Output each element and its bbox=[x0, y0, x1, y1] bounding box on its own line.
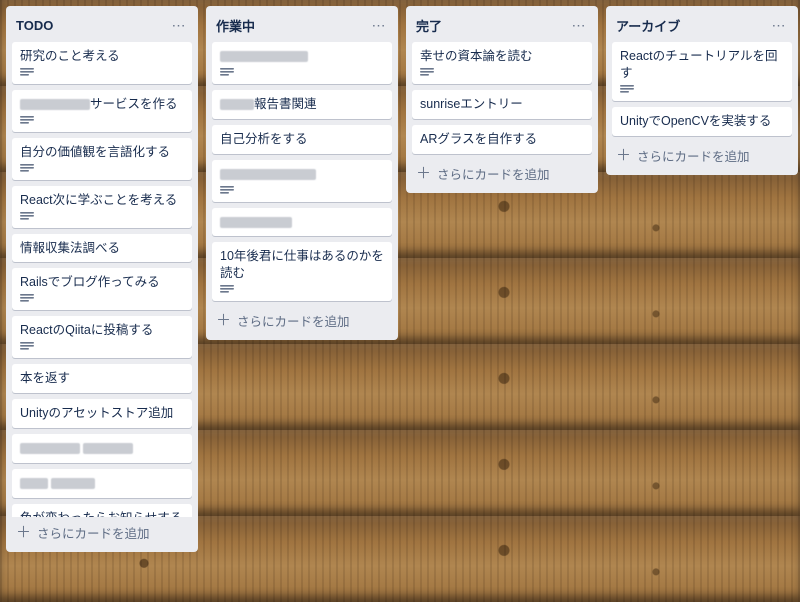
card-title: ReactのQiitaに投稿する bbox=[20, 322, 184, 339]
list-menu-button[interactable]: ⋯ bbox=[368, 14, 390, 36]
description-icon bbox=[20, 294, 34, 304]
list: TODO ⋯ 研究のこと考えるサービスを作る自分の価値観を言語化する React次に学… bbox=[6, 6, 198, 552]
card[interactable]: ReactのQiitaに投稿する bbox=[12, 316, 192, 358]
description-icon bbox=[420, 68, 434, 78]
card-title: 幸せの資本論を読む bbox=[420, 48, 584, 65]
add-card-label: さらにカードを追加 bbox=[637, 146, 750, 165]
card-title: React次に学ぶことを考える bbox=[20, 192, 184, 209]
add-card-button[interactable]: ＋ さらにカードを追加 bbox=[206, 305, 398, 338]
card[interactable]: 幸せの資本論を読む bbox=[412, 42, 592, 84]
redacted-text bbox=[220, 99, 254, 110]
list-title[interactable]: 完了 bbox=[416, 16, 442, 35]
add-card-button[interactable]: ＋ さらにカードを追加 bbox=[606, 140, 798, 173]
card-title: ARグラスを自作する bbox=[420, 131, 584, 148]
plus-icon: ＋ bbox=[16, 525, 31, 540]
card[interactable]: 自己分析をする bbox=[212, 125, 392, 154]
card[interactable]: Unityのアセットストア追加 bbox=[12, 399, 192, 428]
card-title: サービスを作る bbox=[20, 96, 184, 113]
card[interactable]: 色が変わったらお知らせするbot作る bbox=[12, 504, 192, 517]
card-title: 色が変わったらお知らせするbot作る bbox=[20, 510, 184, 517]
redacted-text bbox=[83, 443, 133, 454]
list: アーカイブ ⋯ Reactのチュートリアルを回す UnityでOpenCVを実装する ＋… bbox=[606, 6, 798, 175]
description-icon bbox=[220, 285, 234, 295]
description-icon bbox=[220, 68, 234, 78]
card[interactable] bbox=[212, 208, 392, 237]
card[interactable]: Railsでブログ作ってみる bbox=[12, 268, 192, 310]
card-list: 報告書関連自己分析をする 10年後君に仕事はあるのかを読む bbox=[206, 40, 398, 305]
description-icon bbox=[20, 342, 34, 352]
card-title: 報告書関連 bbox=[220, 96, 384, 113]
card-title: 自己分析をする bbox=[220, 131, 384, 148]
card[interactable]: 本を返す bbox=[12, 364, 192, 393]
add-card-label: さらにカードを追加 bbox=[437, 164, 550, 183]
card-title: Railsでブログ作ってみる bbox=[20, 274, 184, 291]
redacted-text bbox=[220, 169, 316, 180]
list-header: 作業中 ⋯ bbox=[206, 6, 398, 40]
card-title: 10年後君に仕事はあるのかを読む bbox=[220, 248, 384, 282]
plus-icon: ＋ bbox=[616, 148, 631, 163]
card-title bbox=[220, 166, 384, 183]
card-title bbox=[20, 475, 184, 492]
description-icon bbox=[20, 212, 34, 222]
card[interactable]: サービスを作る bbox=[12, 90, 192, 132]
redacted-text bbox=[51, 478, 95, 489]
description-icon bbox=[20, 116, 34, 126]
redacted-text bbox=[220, 217, 292, 228]
list-menu-button[interactable]: ⋯ bbox=[768, 14, 790, 36]
board: TODO ⋯ 研究のこと考えるサービスを作る自分の価値観を言語化する React次に学… bbox=[0, 0, 800, 558]
card-title bbox=[220, 48, 384, 65]
card-list: Reactのチュートリアルを回す UnityでOpenCVを実装する bbox=[606, 40, 798, 140]
card-list: 研究のこと考えるサービスを作る自分の価値観を言語化する React次に学ぶことを考… bbox=[6, 40, 198, 517]
card-list: 幸せの資本論を読む sunriseエントリー ARグラスを自作する bbox=[406, 40, 598, 158]
card[interactable] bbox=[212, 160, 392, 202]
plus-icon: ＋ bbox=[216, 313, 231, 328]
card-title: 情報収集法調べる bbox=[20, 240, 184, 257]
card-title bbox=[20, 440, 184, 457]
list-title[interactable]: アーカイブ bbox=[616, 16, 680, 35]
list: 完了 ⋯ 幸せの資本論を読む sunriseエントリー ARグラスを自作する ＋ さらにカー… bbox=[406, 6, 598, 193]
card-title: 本を返す bbox=[20, 370, 184, 387]
card[interactable]: 情報収集法調べる bbox=[12, 234, 192, 263]
card[interactable]: 報告書関連 bbox=[212, 90, 392, 119]
card[interactable]: ARグラスを自作する bbox=[412, 125, 592, 154]
card-title: UnityでOpenCVを実装する bbox=[620, 113, 784, 130]
list-header: TODO ⋯ bbox=[6, 6, 198, 40]
add-card-button[interactable]: ＋ さらにカードを追加 bbox=[406, 158, 598, 191]
redacted-text bbox=[20, 478, 48, 489]
card[interactable]: sunriseエントリー bbox=[412, 90, 592, 119]
list-header: アーカイブ ⋯ bbox=[606, 6, 798, 40]
add-card-button[interactable]: ＋ さらにカードを追加 bbox=[6, 517, 198, 550]
list-title[interactable]: TODO bbox=[16, 18, 53, 33]
list-title[interactable]: 作業中 bbox=[216, 16, 255, 35]
list: 作業中 ⋯ 報告書関連自己分析をする 10年後君に仕事はあるのかを読む ＋ さらにカードを… bbox=[206, 6, 398, 340]
card[interactable]: 自分の価値観を言語化する bbox=[12, 138, 192, 180]
description-icon bbox=[620, 85, 634, 95]
redacted-text bbox=[20, 443, 80, 454]
card-title: 自分の価値観を言語化する bbox=[20, 144, 184, 161]
card-title bbox=[220, 214, 384, 231]
card-title: Reactのチュートリアルを回す bbox=[620, 48, 784, 82]
add-card-label: さらにカードを追加 bbox=[237, 311, 350, 330]
card[interactable]: Reactのチュートリアルを回す bbox=[612, 42, 792, 101]
redacted-text bbox=[220, 51, 308, 62]
card-title: sunriseエントリー bbox=[420, 96, 584, 113]
plus-icon: ＋ bbox=[416, 166, 431, 181]
description-icon bbox=[20, 68, 34, 78]
card[interactable]: 研究のこと考える bbox=[12, 42, 192, 84]
description-icon bbox=[20, 164, 34, 174]
card[interactable]: React次に学ぶことを考える bbox=[12, 186, 192, 228]
card-title: 研究のこと考える bbox=[20, 48, 184, 65]
card[interactable]: UnityでOpenCVを実装する bbox=[612, 107, 792, 136]
list-menu-button[interactable]: ⋯ bbox=[168, 14, 190, 36]
card-title: Unityのアセットストア追加 bbox=[20, 405, 184, 422]
redacted-text bbox=[20, 99, 90, 110]
description-icon bbox=[220, 186, 234, 196]
list-menu-button[interactable]: ⋯ bbox=[568, 14, 590, 36]
add-card-label: さらにカードを追加 bbox=[37, 523, 150, 542]
card[interactable]: 10年後君に仕事はあるのかを読む bbox=[212, 242, 392, 301]
list-header: 完了 ⋯ bbox=[406, 6, 598, 40]
card[interactable] bbox=[12, 469, 192, 498]
card[interactable] bbox=[12, 434, 192, 463]
card[interactable] bbox=[212, 42, 392, 84]
